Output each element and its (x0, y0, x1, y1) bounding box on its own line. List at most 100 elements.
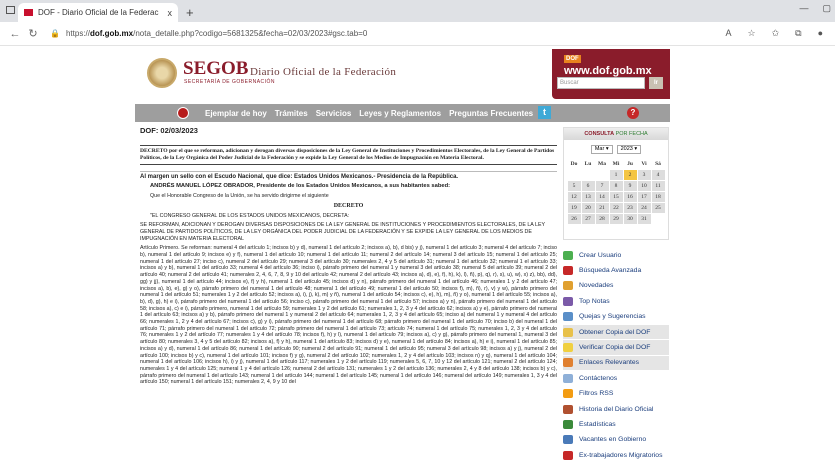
calendar-grid: Do Lu Ma Mi Ju Vi Sá 1 2 3 4 5 6 7 8 9 10 11 12 13 14 15 16 17… (567, 158, 666, 225)
calendar-day[interactable]: 22 (609, 203, 623, 213)
dof-title[interactable]: Diario Oficial de la Federación (250, 66, 396, 78)
browser-tab-bar: DOF - Diario Oficial de la Federac x + —… (0, 0, 835, 22)
sidebar-link[interactable]: Enlaces Relevantes (563, 355, 669, 372)
calendar-day[interactable]: 26 (567, 214, 581, 224)
calendar-day[interactable]: 12 (567, 192, 581, 202)
menu-servicios[interactable]: Servicios (316, 109, 352, 118)
search-input[interactable]: Buscar (557, 77, 645, 89)
sidebar-link-label: Enlaces Relevantes (579, 359, 640, 367)
lock-icon: 🔒 (50, 29, 60, 38)
calendar-day[interactable]: 2 (623, 170, 637, 180)
sidebar-link[interactable]: Búsqueda Avanzada (563, 263, 669, 279)
calendar-day[interactable]: 14 (595, 192, 609, 202)
calendar-day[interactable]: 6 (581, 181, 595, 191)
calendar-day[interactable]: 31 (637, 214, 651, 224)
calendar-day[interactable]: 9 (623, 181, 637, 191)
menu-preguntas[interactable]: Preguntas Frecuentes (449, 109, 533, 118)
sidebar-link[interactable]: Obtener Copia del DOF (563, 324, 669, 341)
search-button[interactable]: Ir (649, 77, 663, 89)
tab-close-icon[interactable]: x (168, 8, 173, 18)
calendar-day[interactable]: 4 (651, 170, 665, 180)
minimize-icon[interactable]: — (799, 3, 808, 14)
sidebar-link-label: Vacantes en Gobierno (579, 436, 647, 444)
calendar-day (582, 170, 595, 180)
history-icon (563, 404, 573, 414)
main-menu: Ejemplar de hoy Trámites Servicios Leyes… (135, 104, 670, 122)
calendar-day[interactable]: 30 (623, 214, 637, 224)
calendar-day[interactable]: 20 (581, 203, 595, 213)
year-select[interactable]: 2023 ▾ (616, 145, 642, 154)
article-body: Artículo Primero. Se reforman: numeral 4… (140, 245, 557, 386)
sidebar-link[interactable]: Estadísticas (563, 417, 669, 433)
read-aloud-icon[interactable]: A (725, 28, 731, 39)
sidebar-link[interactable]: Vacantes en Gobierno (563, 433, 669, 449)
month-select[interactable]: Mar ▾ (590, 145, 613, 154)
back-icon[interactable]: ← (6, 28, 24, 40)
calendar-day[interactable]: 1 (609, 170, 623, 180)
twitter-icon[interactable]: t (538, 106, 551, 119)
favorite-icon[interactable]: ☆ (748, 28, 756, 39)
site-header: SEGOB SECRETARÍA DE GOBERNACIÓN Diario O… (135, 46, 670, 104)
calendar-day[interactable]: 5 (567, 181, 581, 191)
calendar-day[interactable]: 7 (595, 181, 609, 191)
sidebar-link[interactable]: Filtros RSS (563, 387, 669, 402)
collections-icon[interactable]: ⧉ (795, 28, 801, 39)
calendar-day[interactable]: 19 (567, 203, 581, 213)
calendar-day[interactable]: 13 (581, 192, 595, 202)
article: DOF: 02/03/2023 DECRETO por el que se re… (140, 122, 557, 386)
calendar-day[interactable]: 29 (609, 214, 623, 224)
calendar-day (568, 170, 581, 180)
calendar-day-header: Lu (584, 161, 592, 167)
calendar-day[interactable]: 3 (637, 170, 651, 180)
tab-title: DOF - Diario Oficial de la Federac (38, 8, 159, 17)
sidebar-link-label: Verificar Copia del DOF (579, 344, 651, 352)
tab-actions-icon[interactable] (6, 6, 15, 14)
sidebar-link[interactable]: Ex-trabajadores Migratorios (563, 448, 669, 464)
calendar-day[interactable]: 16 (623, 192, 637, 202)
sidebar-link[interactable]: Historia del Diario Oficial (563, 402, 669, 418)
sidebar-link[interactable]: Verificar Copia del DOF (563, 340, 669, 356)
sidebar-link-label: Crear Usuario (579, 251, 622, 259)
calendar-day[interactable]: 25 (651, 203, 665, 213)
calendar-day[interactable]: 27 (581, 214, 595, 224)
calendar-day-header: Sá (655, 161, 661, 167)
url-field[interactable]: 🔒 https://dof.gob.mx/nota_detalle.php?co… (50, 25, 725, 43)
segob-logo[interactable]: SEGOB (183, 58, 248, 80)
contact-icon (563, 373, 573, 383)
menu-ejemplar[interactable]: Ejemplar de hoy (205, 109, 267, 118)
congreso-decreta: "EL CONGRESO GENERAL DE LOS ESTADOS UNID… (150, 212, 350, 219)
new-tab-button[interactable]: + (186, 5, 194, 20)
calendar-day[interactable]: 10 (637, 181, 651, 191)
calendar-day[interactable]: 11 (651, 181, 665, 191)
stats-icon (563, 419, 573, 429)
sidebar-link[interactable]: Crear Usuario (563, 248, 669, 264)
maximize-icon[interactable]: ▢ (822, 3, 831, 14)
calendar-day (596, 170, 609, 180)
sidebar-link[interactable]: Quejas y Sugerencias (563, 310, 669, 325)
browser-tab[interactable]: DOF - Diario Oficial de la Federac x (18, 3, 178, 22)
sidebar-link-label: Historia del Diario Oficial (579, 405, 654, 413)
sidebar-link-label: Novedades (579, 282, 614, 290)
help-icon[interactable]: ? (627, 107, 639, 119)
profile-icon[interactable]: ● (818, 28, 823, 39)
refresh-icon[interactable]: ↻ (24, 27, 42, 40)
calendar-day[interactable]: 28 (595, 214, 609, 224)
calendar-day[interactable]: 23 (623, 203, 637, 213)
calendar-day[interactable]: 8 (609, 181, 623, 191)
sidebar-link[interactable]: Top Notas (563, 294, 669, 310)
menu-leyes[interactable]: Leyes y Reglamentos (359, 109, 441, 118)
sidebar-link[interactable]: Contáctenos (563, 371, 669, 387)
calendar-day[interactable]: 17 (637, 192, 651, 202)
calendar-day[interactable]: 21 (595, 203, 609, 213)
decreto-heading: DECRETO (333, 202, 364, 209)
calendar-day[interactable]: 15 (609, 192, 623, 202)
sidebar-link[interactable]: Novedades (563, 279, 669, 295)
margin-note: Al margen un sello con el Escudo Naciona… (140, 170, 557, 181)
menu-tramites[interactable]: Trámites (275, 109, 308, 118)
home-icon[interactable] (177, 107, 189, 119)
favicon-icon (24, 9, 33, 16)
calendar-day[interactable]: 18 (651, 192, 665, 202)
favorites-icon[interactable]: ✩ (772, 28, 780, 39)
calendar-day-header: Do (570, 161, 578, 167)
calendar-day[interactable]: 24 (637, 203, 651, 213)
